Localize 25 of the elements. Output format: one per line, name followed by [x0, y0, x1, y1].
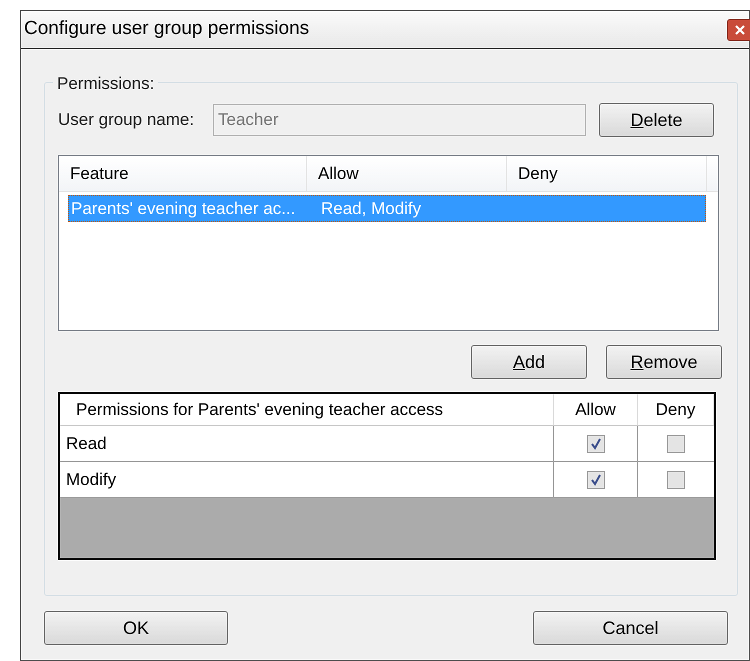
checkbox[interactable] [667, 470, 685, 488]
add-button[interactable]: Add [471, 345, 587, 379]
column-header[interactable]: Allow [307, 156, 507, 191]
column-header[interactable]: Deny [507, 156, 707, 191]
check-icon [590, 438, 602, 450]
delete-button[interactable]: Delete [599, 103, 714, 137]
close-button[interactable] [727, 18, 750, 40]
close-icon [735, 24, 745, 34]
list-cell-text: Read, Modify [320, 198, 422, 220]
remove-button[interactable]: Remove [606, 345, 722, 379]
cancel-button[interactable]: Cancel [533, 611, 728, 645]
column-header: Permissions for Parents' evening teacher access [60, 394, 554, 425]
column-header: Allow [554, 394, 638, 425]
check-icon [590, 474, 602, 486]
window-title: Configure user group permissions [24, 17, 310, 42]
list-cell-text: Parents' evening teacher ac... [70, 198, 296, 220]
table-cell: Modify [60, 462, 554, 497]
checkbox[interactable] [586, 434, 604, 452]
checkbox[interactable] [667, 434, 685, 452]
column-header[interactable]: Feature [59, 156, 307, 191]
column-header: Deny [638, 394, 714, 425]
table-cell: Read [60, 426, 554, 461]
checkbox[interactable] [586, 470, 604, 488]
field-label: User group name: [58, 109, 196, 132]
ok-button[interactable]: OK [44, 611, 228, 645]
